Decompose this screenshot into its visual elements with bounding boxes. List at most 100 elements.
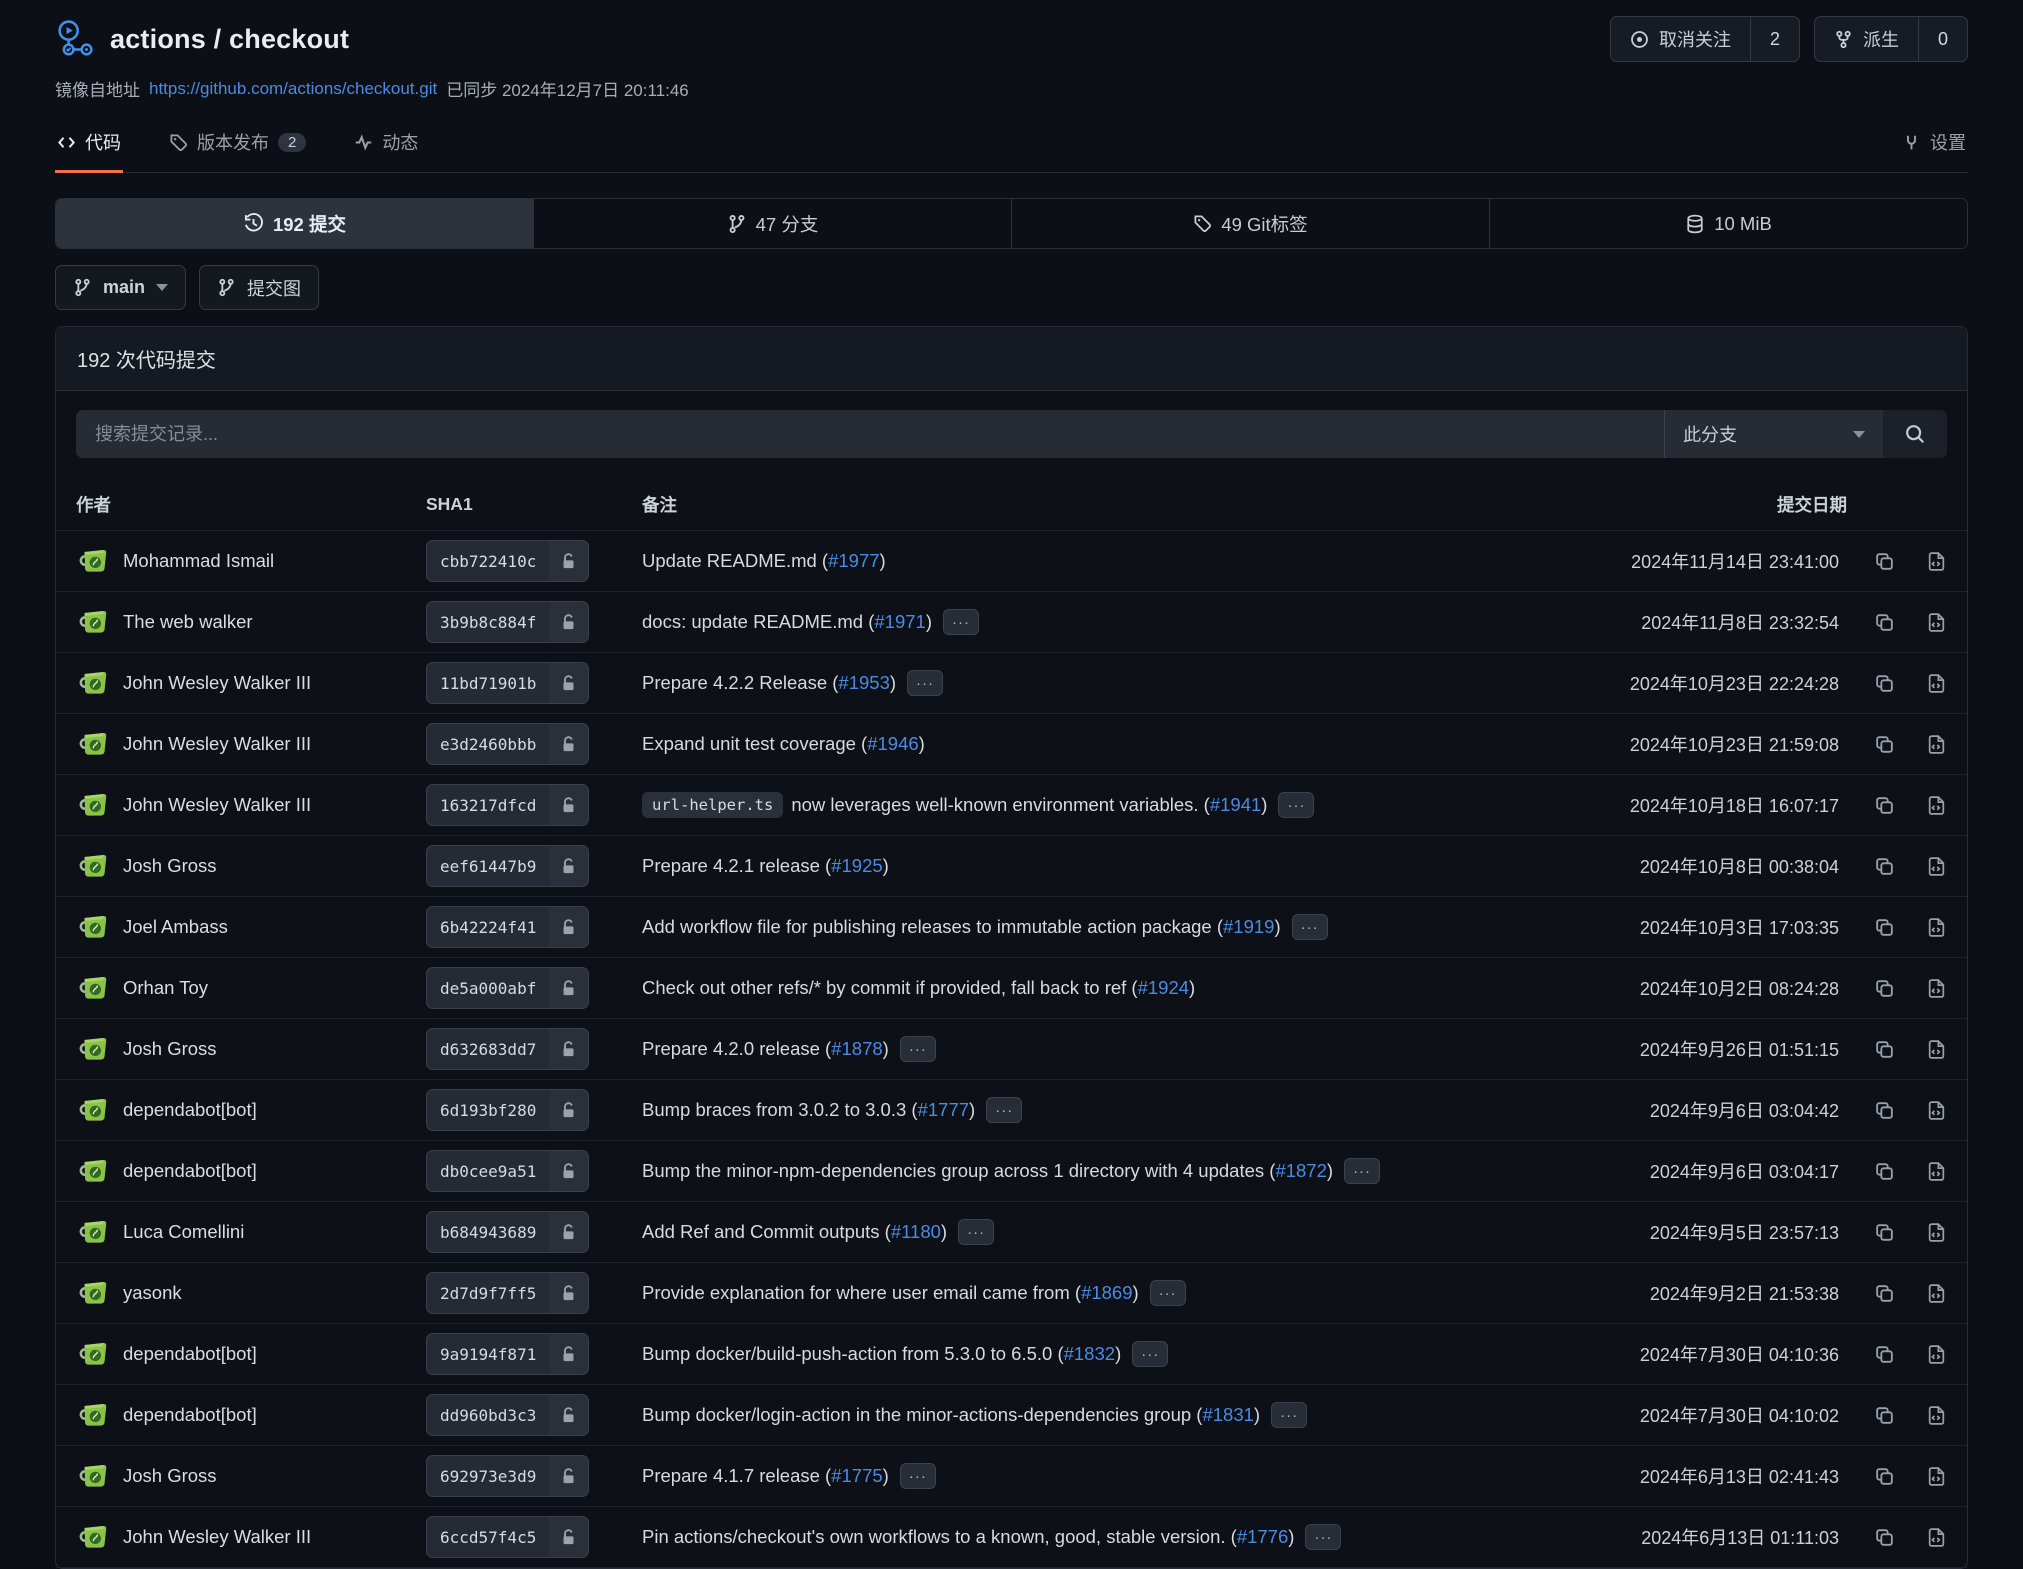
author-name[interactable]: dependabot[bot] — [123, 1160, 257, 1182]
author-name[interactable]: dependabot[bot] — [123, 1099, 257, 1121]
browse-source-file-code-icon[interactable] — [1926, 917, 1947, 938]
avatar[interactable] — [76, 1032, 110, 1066]
author-name[interactable]: yasonk — [123, 1282, 182, 1304]
copy-sha-icon[interactable] — [1874, 856, 1895, 877]
stat-tags[interactable]: 49 Git标签 — [1011, 199, 1489, 248]
commit-sha-badge[interactable]: 3b9b8c884f — [426, 601, 589, 643]
author-name[interactable]: dependabot[bot] — [123, 1404, 257, 1426]
commit-sha-badge[interactable]: db0cee9a51 — [426, 1150, 589, 1192]
unwatch-button[interactable]: 取消关注 2 — [1610, 16, 1800, 62]
commit-pr-link[interactable]: #1977 — [828, 550, 879, 572]
copy-sha-icon[interactable] — [1874, 1039, 1895, 1060]
browse-source-file-code-icon[interactable] — [1926, 612, 1947, 633]
tab-releases[interactable]: 版本发布 2 — [167, 121, 308, 173]
tab-activity[interactable]: 动态 — [352, 121, 420, 173]
author-name[interactable]: John Wesley Walker III — [123, 1526, 311, 1548]
commit-sha-badge[interactable]: 6d193bf280 — [426, 1089, 589, 1131]
stat-branches[interactable]: 47 分支 — [533, 199, 1011, 248]
commit-pr-link[interactable]: #1924 — [1138, 977, 1189, 999]
author-name[interactable]: Luca Comellini — [123, 1221, 244, 1243]
commit-sha-badge[interactable]: b684943689 — [426, 1211, 589, 1253]
expand-commit-button[interactable]: ··· — [986, 1097, 1022, 1123]
browse-source-file-code-icon[interactable] — [1926, 1405, 1947, 1426]
expand-commit-button[interactable]: ··· — [907, 670, 943, 696]
forks-count[interactable]: 0 — [1918, 17, 1967, 61]
tab-code[interactable]: 代码 — [55, 121, 123, 173]
commit-pr-link[interactable]: #1925 — [831, 855, 882, 877]
commit-sha-badge[interactable]: d632683dd7 — [426, 1028, 589, 1070]
copy-sha-icon[interactable] — [1874, 1161, 1895, 1182]
avatar[interactable] — [76, 1459, 110, 1493]
avatar[interactable] — [76, 1520, 110, 1554]
commit-pr-link[interactable]: #1180 — [891, 1221, 941, 1243]
browse-source-file-code-icon[interactable] — [1926, 1039, 1947, 1060]
expand-commit-button[interactable]: ··· — [943, 609, 979, 635]
author-name[interactable]: John Wesley Walker III — [123, 733, 311, 755]
browse-source-file-code-icon[interactable] — [1926, 1527, 1947, 1548]
expand-commit-button[interactable]: ··· — [1271, 1402, 1307, 1428]
browse-source-file-code-icon[interactable] — [1926, 795, 1947, 816]
expand-commit-button[interactable]: ··· — [900, 1036, 936, 1062]
commit-sha-badge[interactable]: 9a9194f871 — [426, 1333, 589, 1375]
commit-pr-link[interactable]: #1941 — [1210, 794, 1261, 816]
expand-commit-button[interactable]: ··· — [1292, 914, 1328, 940]
commit-sha-badge[interactable]: 6ccd57f4c5 — [426, 1516, 589, 1558]
copy-sha-icon[interactable] — [1874, 978, 1895, 999]
commit-pr-link[interactable]: #1919 — [1223, 916, 1274, 938]
copy-sha-icon[interactable] — [1874, 734, 1895, 755]
copy-sha-icon[interactable] — [1874, 1283, 1895, 1304]
avatar[interactable] — [76, 1276, 110, 1310]
author-name[interactable]: Joel Ambass — [123, 916, 228, 938]
browse-source-file-code-icon[interactable] — [1926, 1344, 1947, 1365]
avatar[interactable] — [76, 1337, 110, 1371]
avatar[interactable] — [76, 849, 110, 883]
author-name[interactable]: Orhan Toy — [123, 977, 208, 999]
browse-source-file-code-icon[interactable] — [1926, 1161, 1947, 1182]
commit-search-button[interactable] — [1883, 410, 1947, 458]
commit-pr-link[interactable]: #1872 — [1275, 1160, 1326, 1182]
commit-pr-link[interactable]: #1831 — [1202, 1404, 1253, 1426]
avatar[interactable] — [76, 666, 110, 700]
browse-source-file-code-icon[interactable] — [1926, 1466, 1947, 1487]
avatar[interactable] — [76, 788, 110, 822]
expand-commit-button[interactable]: ··· — [900, 1463, 936, 1489]
fork-button[interactable]: 派生 0 — [1814, 16, 1968, 62]
copy-sha-icon[interactable] — [1874, 1405, 1895, 1426]
avatar[interactable] — [76, 1154, 110, 1188]
branch-selector[interactable]: main — [55, 265, 186, 310]
commit-pr-link[interactable]: #1777 — [918, 1099, 969, 1121]
author-name[interactable]: Josh Gross — [123, 855, 217, 877]
stat-size[interactable]: 10 MiB — [1489, 199, 1967, 248]
author-name[interactable]: Josh Gross — [123, 1465, 217, 1487]
commit-search-input[interactable] — [76, 410, 1664, 458]
commit-pr-link[interactable]: #1878 — [831, 1038, 882, 1060]
commit-sha-badge[interactable]: dd960bd3c3 — [426, 1394, 589, 1436]
commit-pr-link[interactable]: #1953 — [838, 672, 889, 694]
commit-sha-badge[interactable]: 692973e3d9 — [426, 1455, 589, 1497]
commit-sha-badge[interactable]: 163217dfcd — [426, 784, 589, 826]
commit-sha-badge[interactable]: e3d2460bbb — [426, 723, 589, 765]
commit-sha-badge[interactable]: cbb722410c — [426, 540, 589, 582]
author-name[interactable]: Mohammad Ismail — [123, 550, 274, 572]
commit-sha-badge[interactable]: de5a000abf — [426, 967, 589, 1009]
copy-sha-icon[interactable] — [1874, 1100, 1895, 1121]
branch-scope-dropdown[interactable]: 此分支 — [1664, 410, 1883, 458]
expand-commit-button[interactable]: ··· — [1150, 1280, 1186, 1306]
copy-sha-icon[interactable] — [1874, 917, 1895, 938]
commit-pr-link[interactable]: #1946 — [867, 733, 918, 755]
browse-source-file-code-icon[interactable] — [1926, 1100, 1947, 1121]
avatar[interactable] — [76, 910, 110, 944]
browse-source-file-code-icon[interactable] — [1926, 551, 1947, 572]
author-name[interactable]: John Wesley Walker III — [123, 672, 311, 694]
commit-sha-badge[interactable]: 6b42224f41 — [426, 906, 589, 948]
expand-commit-button[interactable]: ··· — [1278, 792, 1314, 818]
avatar[interactable] — [76, 544, 110, 578]
author-name[interactable]: dependabot[bot] — [123, 1343, 257, 1365]
repo-title[interactable]: actions / checkout — [110, 24, 349, 55]
avatar[interactable] — [76, 1093, 110, 1127]
commit-pr-link[interactable]: #1776 — [1237, 1526, 1288, 1548]
author-name[interactable]: John Wesley Walker III — [123, 794, 311, 816]
copy-sha-icon[interactable] — [1874, 795, 1895, 816]
copy-sha-icon[interactable] — [1874, 1344, 1895, 1365]
expand-commit-button[interactable]: ··· — [1344, 1158, 1380, 1184]
